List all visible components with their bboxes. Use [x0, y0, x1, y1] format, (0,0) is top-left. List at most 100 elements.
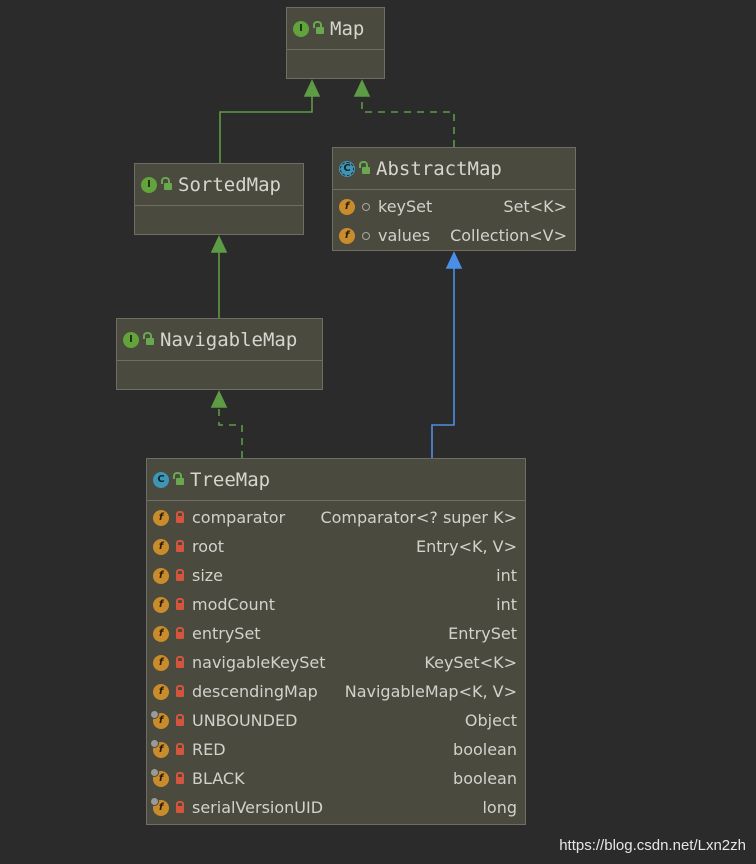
- arrow-head-map-left: [303, 79, 321, 97]
- public-lock-icon: [161, 177, 172, 190]
- field-name: modCount: [192, 595, 276, 614]
- abstract-class-icon: C: [339, 160, 355, 177]
- node-navigable-map-title: NavigableMap: [160, 328, 298, 351]
- private-lock-icon: [176, 801, 184, 813]
- edge-treemap-to-navigablemap: [218, 403, 243, 458]
- node-sorted-map-title: SortedMap: [178, 173, 281, 196]
- node-navigable-map[interactable]: I NavigableMap: [116, 318, 323, 390]
- edge-abstractmap-to-map: [361, 90, 455, 147]
- field-type: Set<K>: [503, 197, 567, 216]
- private-lock-icon: [176, 627, 184, 639]
- private-lock-icon: [176, 656, 184, 668]
- private-lock-icon: [176, 714, 184, 726]
- interface-icon: I: [141, 176, 157, 193]
- field-row[interactable]: f entrySet EntrySet: [147, 619, 525, 648]
- field-type: int: [496, 595, 517, 614]
- field-row[interactable]: f comparator Comparator<? super K>: [147, 503, 525, 532]
- interface-icon: I: [123, 331, 139, 348]
- field-type: KeySet<K>: [424, 653, 517, 672]
- node-abstract-map-fields: f keySet Set<K> f values Collection<V>: [333, 190, 575, 250]
- node-tree-map[interactable]: C TreeMap f comparator Comparator<? super …: [146, 458, 526, 825]
- arrow-head-abstractmap: [445, 251, 463, 269]
- field-name: descendingMap: [192, 682, 318, 701]
- field-type: Object: [464, 711, 517, 730]
- field-row[interactable]: f values Collection<V>: [333, 221, 575, 250]
- field-type: boolean: [453, 769, 517, 788]
- field-icon: f: [153, 567, 169, 584]
- arrow-head-map-right: [353, 79, 371, 97]
- private-lock-icon: [176, 511, 184, 523]
- node-tree-map-header: C TreeMap: [147, 459, 525, 501]
- field-row[interactable]: f descendingMap NavigableMap<K, V>: [147, 677, 525, 706]
- field-row[interactable]: f keySet Set<K>: [333, 192, 575, 221]
- private-lock-icon: [176, 743, 184, 755]
- node-sorted-map-header: I SortedMap: [135, 164, 303, 206]
- field-type: Collection<V>: [450, 226, 567, 245]
- field-icon: f: [153, 509, 169, 526]
- private-lock-icon: [176, 772, 184, 784]
- node-sorted-map[interactable]: I SortedMap: [134, 163, 304, 235]
- field-row[interactable]: f UNBOUNDED Object: [147, 706, 525, 735]
- static-field-icon: f: [150, 796, 169, 816]
- class-icon: C: [153, 471, 169, 488]
- field-row[interactable]: f navigableKeySet KeySet<K>: [147, 648, 525, 677]
- field-name: entrySet: [192, 624, 261, 643]
- field-icon: f: [153, 625, 169, 642]
- node-tree-map-title: TreeMap: [190, 468, 271, 491]
- field-row[interactable]: f modCount int: [147, 590, 525, 619]
- public-lock-icon: [143, 332, 154, 345]
- field-name: root: [192, 537, 225, 556]
- field-row[interactable]: f BLACK boolean: [147, 764, 525, 793]
- field-row[interactable]: f serialVersionUID long: [147, 793, 525, 822]
- public-lock-icon: [173, 472, 184, 485]
- field-name: size: [192, 566, 224, 585]
- package-visibility-icon: [362, 202, 370, 211]
- static-field-icon: f: [150, 767, 169, 787]
- arrow-head-sortedmap: [210, 235, 228, 253]
- node-abstract-map[interactable]: C AbstractMap f keySet Set<K> f values C…: [332, 147, 576, 251]
- public-lock-icon: [313, 21, 324, 34]
- private-lock-icon: [176, 598, 184, 610]
- node-map-header: I Map: [287, 8, 384, 50]
- package-visibility-icon: [362, 231, 370, 240]
- field-icon: f: [153, 654, 169, 671]
- field-type: Entry<K, V>: [416, 537, 517, 556]
- field-name: RED: [192, 740, 226, 759]
- field-name: UNBOUNDED: [192, 711, 298, 730]
- field-row[interactable]: f RED boolean: [147, 735, 525, 764]
- field-type: int: [496, 566, 517, 585]
- field-name: BLACK: [192, 769, 245, 788]
- interface-icon: I: [293, 20, 309, 37]
- field-name: comparator: [192, 508, 286, 527]
- edge-sortedmap-to-map: [219, 90, 313, 163]
- node-abstract-map-header: C AbstractMap: [333, 148, 575, 190]
- arrow-head-navigablemap: [210, 390, 228, 408]
- private-lock-icon: [176, 540, 184, 552]
- edge-treemap-to-abstractmap: [431, 264, 455, 458]
- field-icon: f: [153, 538, 169, 555]
- field-name: keySet: [378, 197, 433, 216]
- field-icon: f: [153, 596, 169, 613]
- field-icon: f: [339, 198, 355, 215]
- private-lock-icon: [176, 569, 184, 581]
- field-row[interactable]: f root Entry<K, V>: [147, 532, 525, 561]
- node-map-title: Map: [330, 17, 365, 40]
- field-type: boolean: [453, 740, 517, 759]
- public-lock-icon: [359, 161, 370, 174]
- static-field-icon: f: [150, 709, 169, 729]
- private-lock-icon: [176, 685, 184, 697]
- field-type: long: [482, 798, 517, 817]
- field-icon: f: [153, 683, 169, 700]
- node-navigable-map-header: I NavigableMap: [117, 319, 322, 361]
- watermark: https://blog.csdn.net/Lxn2zh: [559, 837, 746, 854]
- field-name: serialVersionUID: [192, 798, 324, 817]
- field-row[interactable]: f size int: [147, 561, 525, 590]
- field-name: navigableKeySet: [192, 653, 326, 672]
- static-field-icon: f: [150, 738, 169, 758]
- field-type: EntrySet: [448, 624, 517, 643]
- node-abstract-map-title: AbstractMap: [376, 157, 502, 180]
- node-map[interactable]: I Map: [286, 7, 385, 79]
- field-type: Comparator<? super K>: [320, 508, 517, 527]
- field-name: values: [378, 226, 431, 245]
- node-tree-map-fields: f comparator Comparator<? super K> f root Ent…: [147, 501, 525, 822]
